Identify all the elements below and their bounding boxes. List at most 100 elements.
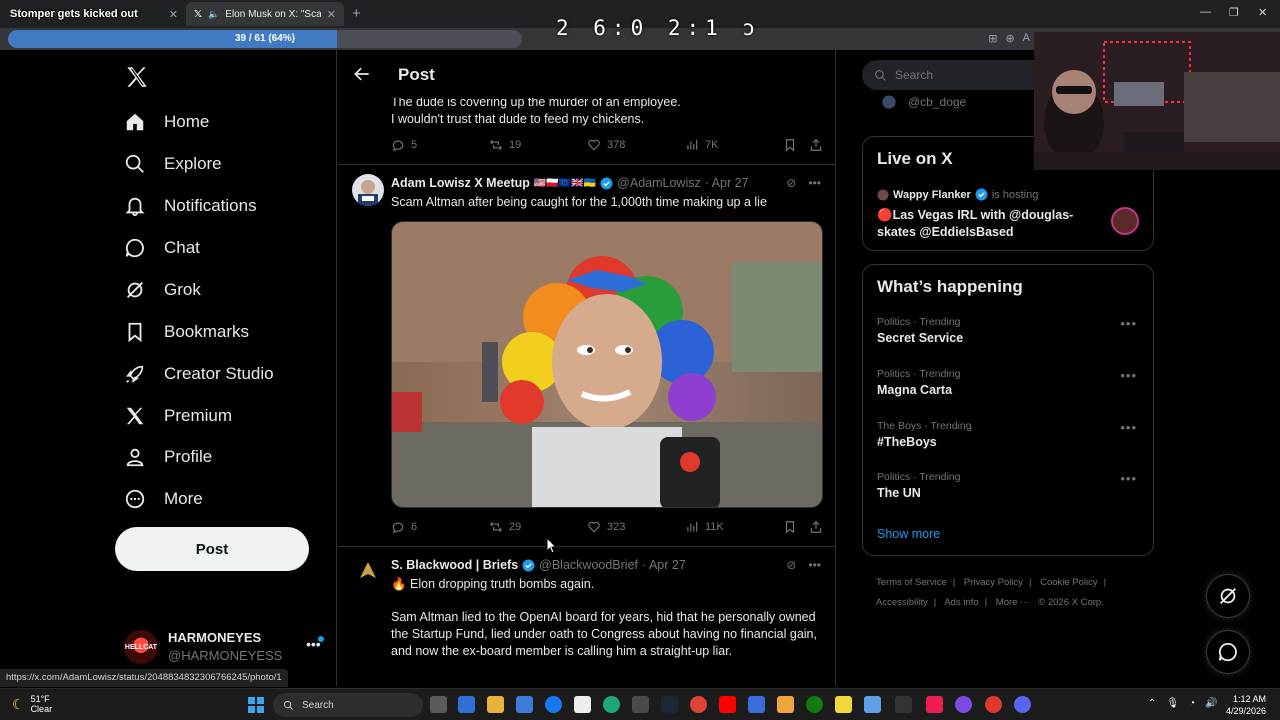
window-close-icon[interactable]: ✕ [1258, 6, 1267, 19]
obs-icon[interactable] [955, 696, 972, 713]
weather-widget[interactable]: ☾ 51°F Clear [12, 694, 52, 714]
discord-icon[interactable] [1014, 696, 1031, 713]
tweet-date[interactable]: · Apr 27 [642, 558, 686, 572]
author-handle[interactable]: @AdamLowisz [617, 176, 701, 190]
trend-item[interactable]: The Boys · Trending #TheBoys ••• [877, 420, 1141, 460]
chevron-up-icon[interactable]: ⌃ [1148, 698, 1156, 709]
task-view-icon[interactable] [430, 696, 447, 713]
trend-item[interactable]: Politics · Trending Secret Service ••• [877, 316, 1141, 356]
footer-link[interactable]: Cookie Policy [1040, 577, 1098, 588]
repost-button[interactable]: 19 [489, 138, 521, 152]
share-button[interactable] [809, 520, 823, 534]
sidebar-item-grok[interactable]: Grok [124, 274, 201, 306]
post-button[interactable]: Post [115, 527, 309, 571]
avatar[interactable] [352, 174, 384, 206]
amazon-icon[interactable] [574, 696, 591, 713]
views-button[interactable]: 7K [685, 138, 718, 152]
x-logo-icon[interactable] [124, 64, 150, 90]
sidebar-item-creator-studio[interactable]: Creator Studio [124, 358, 274, 390]
sidebar-item-chat[interactable]: Chat [124, 232, 200, 264]
author-name[interactable]: S. Blackwood | Briefs [391, 558, 518, 572]
reply-button[interactable]: 6 [391, 520, 417, 534]
notes-icon[interactable] [835, 696, 852, 713]
footer-link[interactable]: Accessibility [876, 597, 928, 608]
windows-start-icon[interactable] [248, 697, 264, 713]
show-more-link[interactable]: Show more [877, 527, 940, 541]
sidebar-item-more[interactable]: More [124, 483, 203, 515]
app-red-icon[interactable] [985, 696, 1002, 713]
close-tab-icon[interactable]: ✕ [169, 8, 178, 21]
tiktok-icon[interactable] [926, 696, 943, 713]
live-host-avatar[interactable] [1111, 207, 1139, 235]
grok-explain-icon[interactable]: ⊘ [786, 176, 796, 190]
account-switcher[interactable]: HELLCAT HARMONEYES @HARMONEYESS ••• [124, 628, 324, 668]
bookmark-button[interactable] [783, 520, 797, 534]
file-explorer-icon[interactable] [487, 696, 504, 713]
restore-icon[interactable]: ❐ [1229, 6, 1239, 19]
views-button[interactable]: 11K [685, 520, 724, 534]
close-tab-icon[interactable]: ✕ [327, 8, 336, 21]
store-icon[interactable] [516, 696, 533, 713]
reply-button[interactable]: 5 [391, 138, 417, 152]
trend-item[interactable]: Politics · Trending Magna Carta ••• [877, 368, 1141, 408]
taskbar-search[interactable]: Search [273, 693, 423, 717]
speaker-icon[interactable]: 🔈 [208, 9, 219, 20]
calculator-icon[interactable] [632, 696, 649, 713]
trend-item[interactable]: Politics · Trending The UN ••• [877, 471, 1141, 511]
youtube-icon[interactable] [719, 696, 736, 713]
network-icon[interactable]: ◔ [1189, 698, 1195, 709]
xbox-icon[interactable] [806, 696, 823, 713]
footer-link[interactable]: More ··· [996, 597, 1030, 608]
clock[interactable]: 1:12 AM 4/29/2026 [1226, 693, 1266, 717]
chrome-icon[interactable] [690, 696, 707, 713]
tweet-photo[interactable] [391, 221, 823, 508]
more-dots-icon[interactable]: ••• [1120, 471, 1137, 486]
more-dots-icon[interactable]: ••• [808, 558, 821, 572]
live-stream-title[interactable]: 🔴Las Vegas IRL with @douglas-skates @Edd… [877, 207, 1087, 241]
more-dots-icon[interactable]: ••• [1120, 316, 1137, 331]
zoom-icon[interactable]: ⊕ [1005, 32, 1014, 45]
author-handle[interactable]: @BlackwoodBrief [539, 558, 638, 572]
tab-active[interactable]: 𝕏 🔈 Elon Musk on X: "Scam Altma ✕ [186, 2, 344, 26]
facebook-icon[interactable] [545, 696, 562, 713]
live-host[interactable]: Wappy Flanker is hosting [877, 188, 1038, 201]
vlc-icon[interactable] [777, 696, 794, 713]
app-icon[interactable] [748, 696, 765, 713]
footer-link[interactable]: Ads info [944, 597, 978, 608]
steam-icon[interactable] [661, 696, 678, 713]
sidebar-item-home[interactable]: Home [124, 106, 209, 138]
sidebar-item-notifications[interactable]: Notifications [124, 190, 257, 222]
like-button[interactable]: 378 [587, 138, 625, 152]
footer-link[interactable]: Privacy Policy [964, 577, 1023, 588]
repost-button[interactable]: 29 [489, 520, 521, 534]
copilot-icon[interactable] [458, 696, 475, 713]
more-dots-icon[interactable]: ••• [1120, 368, 1137, 383]
grok-explain-icon[interactable]: ⊘ [786, 558, 796, 572]
like-button[interactable]: 323 [587, 520, 625, 534]
photos-icon[interactable] [864, 696, 881, 713]
sidebar-item-profile[interactable]: Profile [124, 441, 212, 473]
read-aloud-icon[interactable]: A [1023, 32, 1030, 45]
new-tab-button[interactable]: + [352, 5, 361, 22]
suggested-account[interactable]: @cb_doge [876, 94, 966, 110]
share-button[interactable] [809, 138, 823, 152]
grid-icon[interactable]: ⊞ [988, 32, 997, 45]
more-dots-icon[interactable]: ••• [1120, 420, 1137, 435]
tweet-date[interactable]: · Apr 27 [705, 176, 749, 190]
sidebar-item-explore[interactable]: Explore [124, 148, 222, 180]
back-arrow-icon[interactable] [352, 64, 372, 84]
grok-fab-button[interactable] [1206, 574, 1250, 618]
mic-icon[interactable]: 🎙 [1166, 698, 1179, 709]
sidebar-item-bookmarks[interactable]: Bookmarks [124, 316, 249, 348]
volume-icon[interactable]: 🔊 [1205, 698, 1217, 709]
chat-fab-button[interactable] [1206, 630, 1250, 674]
edge-icon[interactable] [603, 696, 620, 713]
footer-link[interactable]: Terms of Service [876, 577, 947, 588]
avatar[interactable] [352, 556, 384, 588]
sidebar-item-premium[interactable]: Premium [124, 400, 232, 432]
author-name[interactable]: Adam Lowisz X Meetup [391, 176, 530, 190]
terminal-icon[interactable] [895, 696, 912, 713]
minimize-icon[interactable]: — [1200, 6, 1211, 18]
more-dots-icon[interactable]: ••• [808, 176, 821, 190]
bookmark-button[interactable] [783, 138, 797, 152]
